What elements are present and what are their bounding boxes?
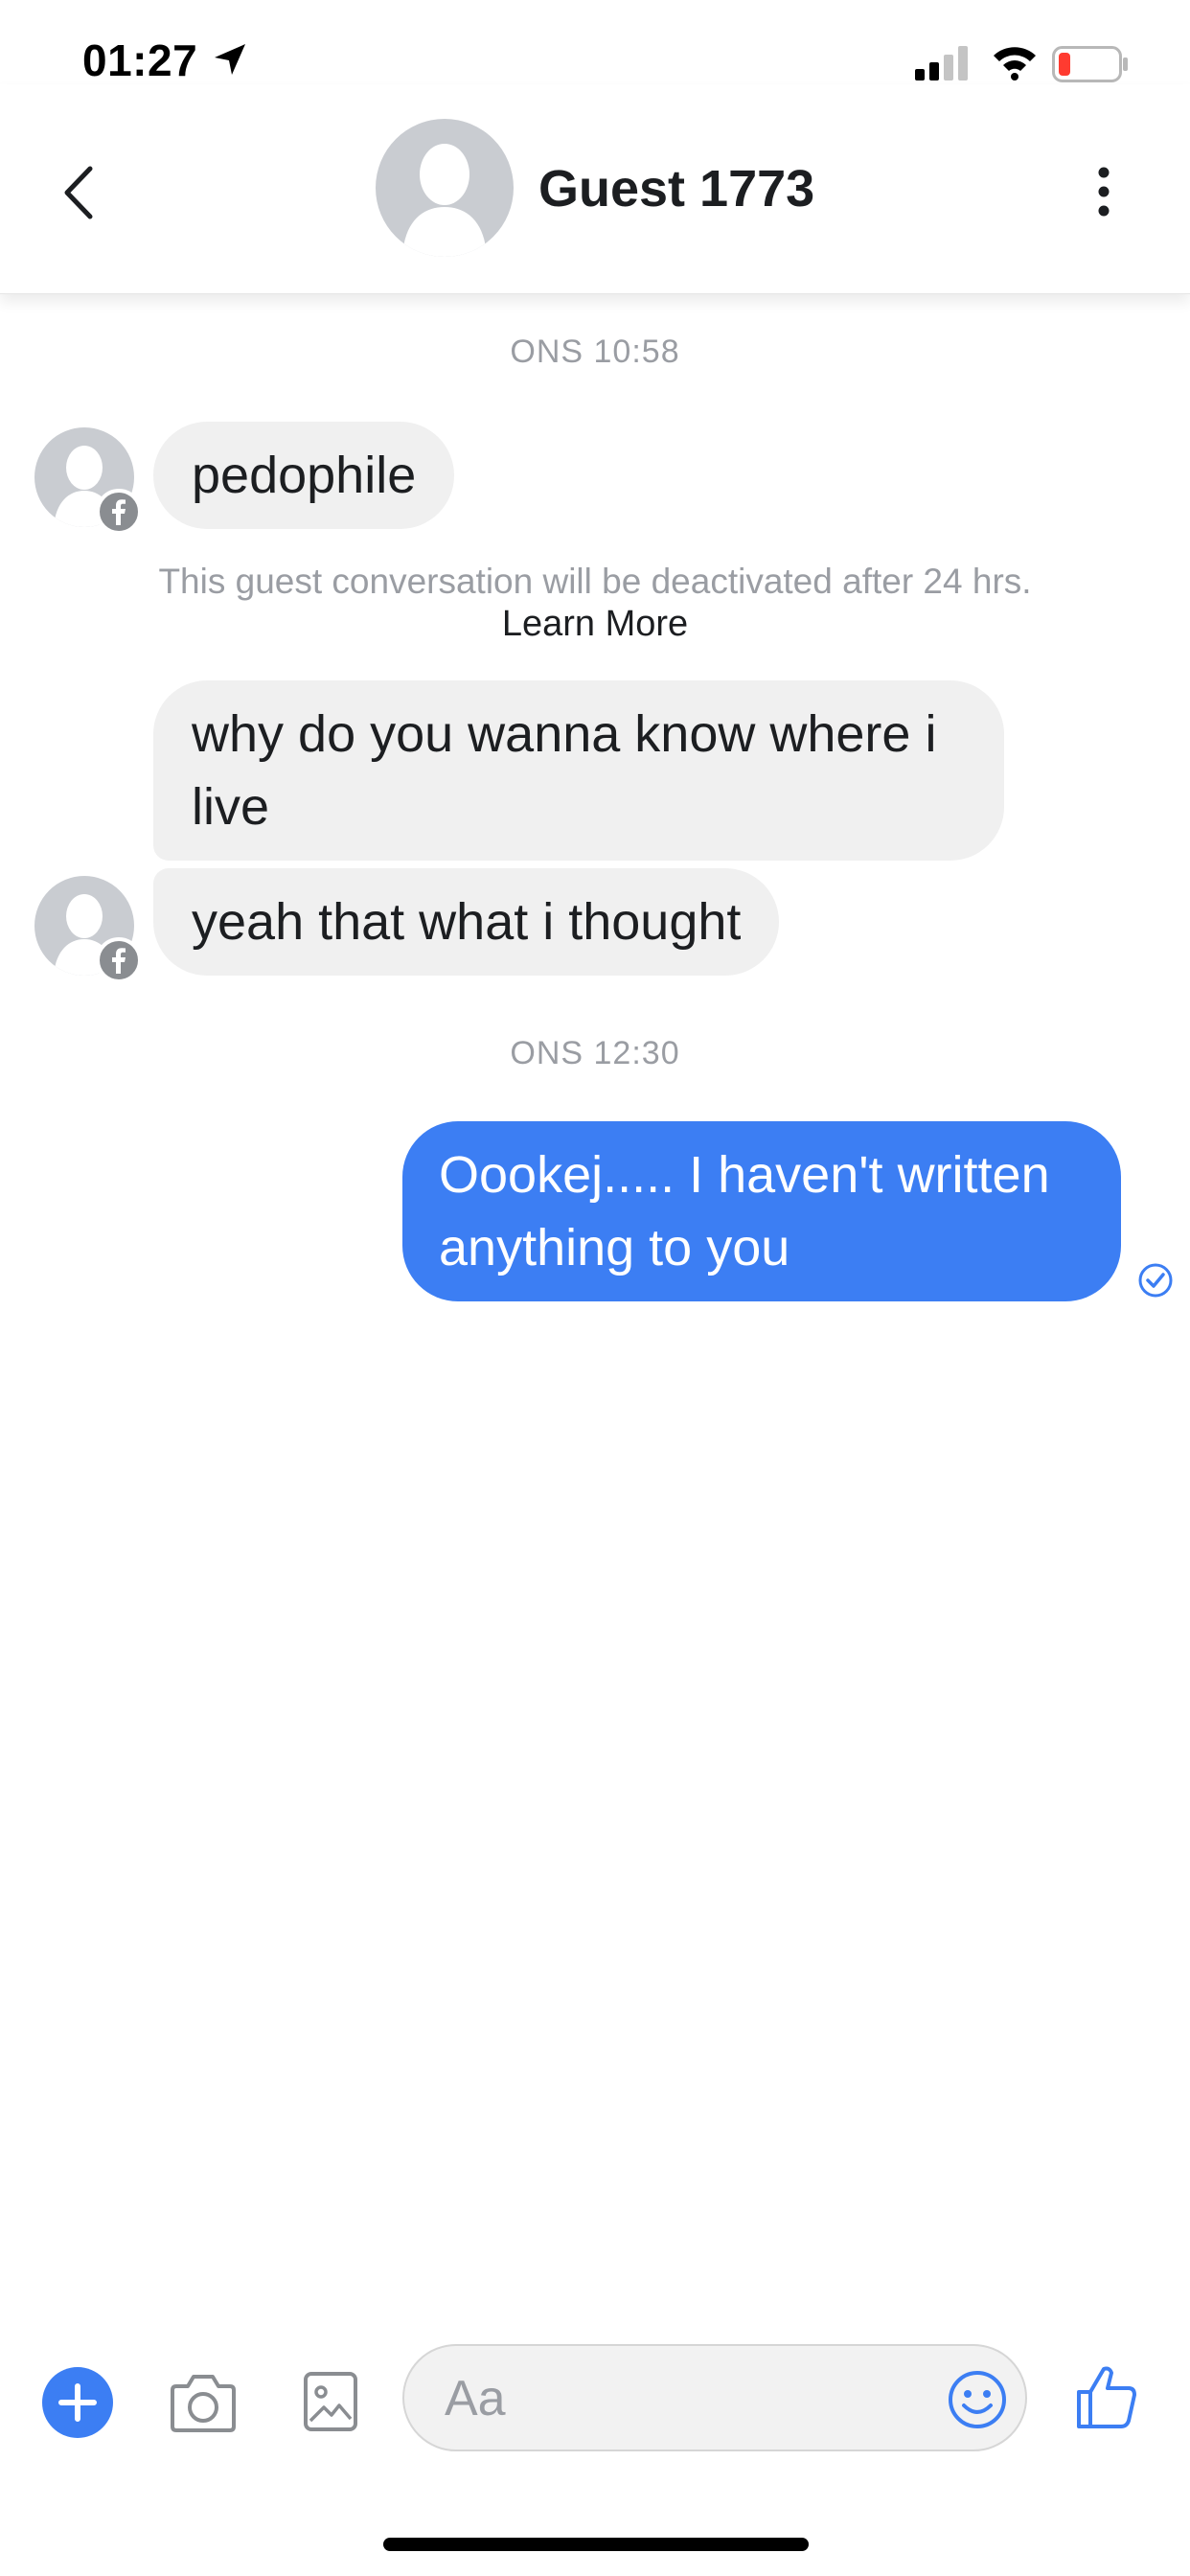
gallery-image-icon[interactable]: [303, 2371, 358, 2432]
message-input[interactable]: [443, 2346, 945, 2451]
message-input-wrapper[interactable]: [402, 2344, 1027, 2451]
facebook-badge-icon: [96, 937, 142, 983]
incoming-message-bubble[interactable]: pedophile: [153, 422, 455, 529]
location-arrow-icon: [215, 44, 245, 75]
message-timestamp: ONS 10:58: [510, 334, 680, 370]
incoming-message-bubble[interactable]: yeah that what i thought: [153, 868, 780, 976]
conversation-header: Guest 1773: [0, 84, 1190, 294]
message-composer: [0, 2329, 1190, 2472]
contact-name[interactable]: Guest 1773: [538, 159, 814, 218]
default-person-icon: [402, 144, 487, 257]
learn-more-link[interactable]: Learn More: [0, 604, 1190, 645]
incoming-message-bubble[interactable]: why do you wanna know where i live: [153, 680, 1004, 861]
back-chevron-icon[interactable]: [57, 161, 105, 224]
thumbs-up-icon[interactable]: [1075, 2363, 1138, 2430]
sent-check-icon: [1138, 1263, 1173, 1298]
guest-conversation-notice: This guest conversation will be deactiva…: [158, 562, 1032, 601]
contact-avatar[interactable]: [376, 119, 514, 257]
plus-icon: [58, 2383, 97, 2422]
message-text-line: live: [192, 778, 270, 836]
message-text-line: why do you wanna know where i: [192, 705, 937, 763]
cellular-signal-icon: [915, 46, 968, 80]
message-text: pedophile: [192, 447, 417, 504]
message-text-line: Oookej..... I haven't written: [439, 1146, 1050, 1204]
emoji-smiley-icon[interactable]: [947, 2369, 1008, 2430]
more-options-icon[interactable]: [1087, 163, 1121, 220]
camera-icon[interactable]: [169, 2371, 238, 2434]
plus-button[interactable]: [42, 2367, 113, 2438]
battery-low-icon: [1052, 46, 1128, 82]
wifi-icon: [994, 47, 1036, 80]
status-time: 01:27: [82, 35, 198, 85]
outgoing-message-bubble[interactable]: Oookej..... I haven't written anything t…: [402, 1121, 1121, 1301]
message-text: yeah that what i thought: [192, 893, 742, 951]
home-indicator[interactable]: [383, 2538, 809, 2551]
facebook-badge-icon: [96, 489, 142, 535]
status-bar: 01:27: [0, 0, 1190, 85]
message-timestamp: ONS 12:30: [510, 1035, 680, 1071]
message-text-line: anything to you: [439, 1219, 790, 1276]
